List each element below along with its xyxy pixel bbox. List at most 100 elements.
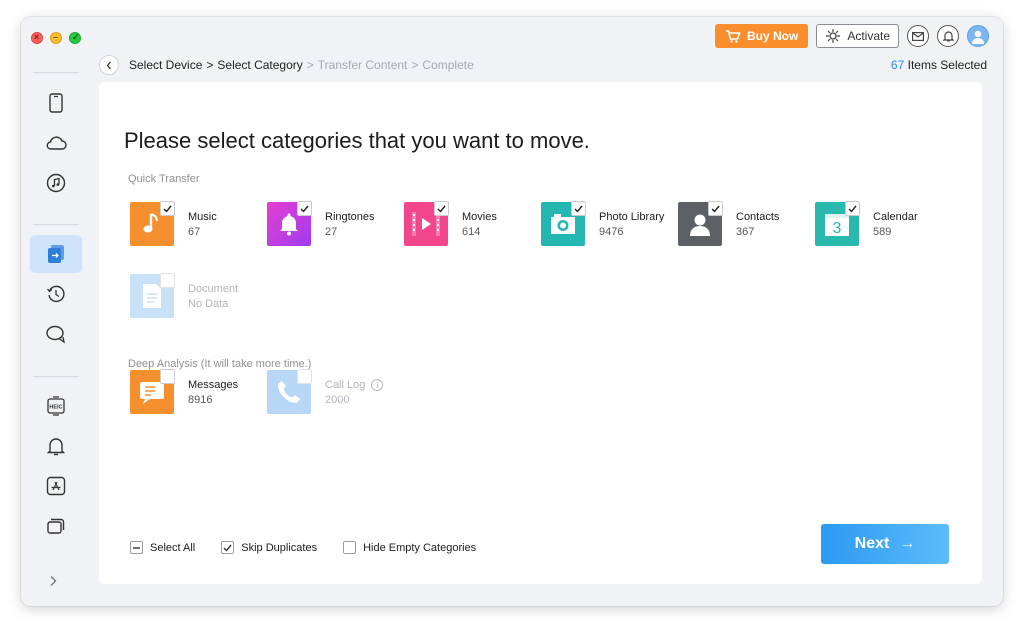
sidebar-item-more-tools[interactable]	[30, 507, 82, 545]
category-music[interactable]: Music 67	[130, 201, 260, 248]
back-button[interactable]	[99, 55, 119, 75]
next-label: Next	[854, 535, 890, 552]
sidebar-item-heic-converter[interactable]: HEIC	[30, 387, 82, 425]
breadcrumb-separator: >	[306, 58, 314, 72]
category-count: 589	[873, 226, 892, 238]
category-checkbox	[297, 369, 312, 384]
activate-button[interactable]: Activate	[816, 24, 899, 48]
category-name-text: Call Log	[325, 379, 366, 391]
category-checkbox[interactable]	[160, 201, 175, 216]
sidebar-divider	[33, 224, 79, 225]
category-name: Movies	[462, 211, 497, 223]
category-call-log: Call Log i 2000	[267, 369, 417, 416]
category-movies[interactable]: Movies 614	[404, 201, 534, 248]
calendar-day: 3	[833, 220, 842, 237]
mail-button[interactable]	[907, 25, 929, 47]
document-icon	[130, 273, 175, 318]
category-count: 9476	[599, 226, 624, 238]
items-selected-count: 67	[890, 58, 905, 72]
hide-empty-option[interactable]: Hide Empty Categories	[343, 541, 476, 554]
user-avatar[interactable]	[967, 25, 989, 47]
category-name: Ringtones	[325, 211, 375, 223]
category-photo-library[interactable]: Photo Library 9476	[541, 201, 671, 248]
sidebar-item-device-manager[interactable]	[30, 84, 82, 122]
items-selected-label: Items Selected	[907, 58, 987, 72]
category-name: Call Log i	[325, 379, 384, 392]
options-bar: Select All Skip Duplicates Hide Empty Ca…	[130, 541, 502, 554]
select-all-checkbox[interactable]	[130, 541, 143, 554]
chat-icon	[46, 325, 65, 344]
sidebar-expand-button[interactable]	[49, 574, 57, 590]
layers-icon	[47, 518, 65, 534]
chevron-right-icon	[50, 576, 57, 586]
sidebar-item-social-messages[interactable]	[30, 315, 82, 353]
category-name: Document	[188, 283, 239, 295]
category-document: Document No Data	[130, 273, 260, 320]
mail-icon	[912, 31, 924, 41]
breadcrumb-step-select-device[interactable]: Select Device	[129, 58, 202, 72]
arrow-right-icon: →	[899, 535, 916, 552]
buy-now-label: Buy Now	[746, 29, 799, 43]
camera-icon	[541, 201, 586, 246]
category-count: No Data	[188, 298, 229, 310]
svg-text:HEIC: HEIC	[49, 405, 62, 411]
category-ringtones[interactable]: Ringtones 27	[267, 201, 397, 248]
category-checkbox[interactable]	[434, 201, 449, 216]
app-window: × – ✓ Buy Now Activate HEIC Select Devic…	[21, 17, 1003, 606]
heic-icon: HEIC	[47, 396, 65, 416]
hide-empty-checkbox[interactable]	[343, 541, 357, 554]
select-all-option[interactable]: Select All	[130, 541, 195, 554]
bell-icon	[942, 31, 954, 42]
chevron-left-icon	[106, 61, 111, 69]
sidebar-divider	[33, 72, 79, 73]
app-store-icon	[46, 476, 66, 496]
sidebar-item-itunes[interactable]	[30, 164, 82, 202]
sidebar-item-backup-manager[interactable]	[30, 275, 82, 313]
category-name: Music	[188, 211, 217, 223]
category-name: Calendar	[873, 211, 918, 223]
category-checkbox[interactable]	[160, 369, 175, 384]
bell-icon	[267, 201, 312, 246]
category-messages[interactable]: Messages 8916	[130, 369, 260, 416]
category-contacts[interactable]: Contacts 367	[678, 201, 808, 248]
cart-icon	[725, 29, 741, 43]
skip-duplicates-option[interactable]: Skip Duplicates	[221, 541, 317, 554]
breadcrumb-step-select-category: Select Category	[217, 58, 303, 72]
breadcrumb: Select Device > Select Category > Transf…	[99, 54, 987, 76]
top-toolbar: Buy Now Activate	[714, 24, 989, 48]
sidebar-item-app-downloader[interactable]	[30, 467, 82, 505]
breadcrumb-step-transfer-content: Transfer Content	[317, 58, 408, 72]
info-icon[interactable]: i	[371, 379, 384, 392]
phone-icon	[267, 369, 312, 414]
category-checkbox[interactable]	[845, 201, 860, 216]
next-button[interactable]: Next →	[821, 524, 949, 564]
notification-button[interactable]	[937, 25, 959, 47]
user-icon	[972, 30, 984, 44]
breadcrumb-step-complete: Complete	[422, 58, 474, 72]
sidebar: HEIC	[21, 17, 91, 606]
category-checkbox[interactable]	[708, 201, 723, 216]
category-checkbox[interactable]	[297, 201, 312, 216]
sidebar-item-icloud[interactable]	[30, 124, 82, 162]
deep-analysis-label: Deep Analysis (It will take more time.)	[128, 358, 312, 370]
items-selected-status: 67 Items Selected	[891, 58, 987, 72]
quick-transfer-label: Quick Transfer	[128, 173, 200, 185]
sidebar-item-ringtone-maker[interactable]	[30, 427, 82, 465]
hide-empty-label: Hide Empty Categories	[363, 541, 477, 554]
skip-duplicates-checkbox[interactable]	[221, 541, 235, 554]
history-icon	[47, 285, 65, 303]
bell-icon	[47, 438, 65, 456]
category-count: 614	[462, 226, 481, 238]
category-calendar[interactable]: 3 Calendar 589	[815, 201, 945, 248]
sidebar-item-phone-switcher[interactable]	[30, 235, 82, 273]
category-count: 367	[736, 226, 755, 238]
contact-icon	[678, 201, 723, 246]
skip-duplicates-label: Skip Duplicates	[241, 541, 318, 554]
category-count: 67	[188, 226, 201, 238]
music-note-icon	[46, 173, 66, 193]
category-checkbox	[160, 273, 175, 288]
category-checkbox[interactable]	[571, 201, 586, 216]
buy-now-button[interactable]: Buy Now	[714, 24, 809, 48]
message-icon	[130, 369, 175, 414]
category-count: 8916	[188, 394, 213, 406]
